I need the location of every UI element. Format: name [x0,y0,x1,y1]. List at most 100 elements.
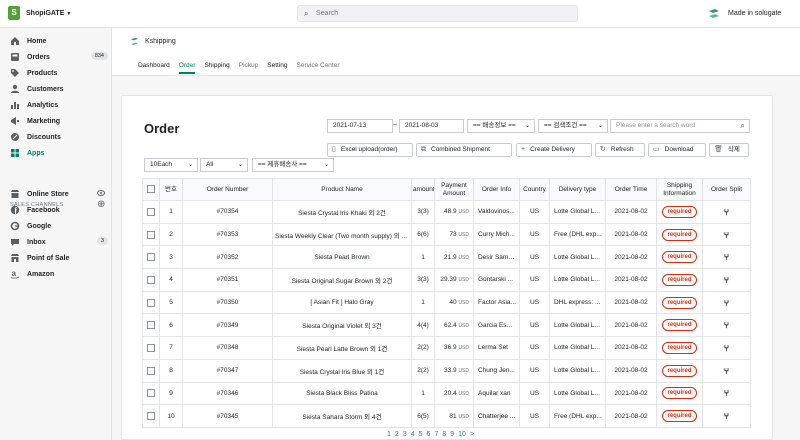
sidebar-item-analytics[interactable]: Analytics [0,98,112,112]
row-select-cell[interactable] [142,336,160,360]
table-row[interactable]: 8 #70347 Siesta Crystal Iris Blue 외 1건 2(2)… [142,358,751,383]
table-row[interactable]: 10 #70345 Siesta Sahara Storm 외 4건 6(5) 81 U… [142,404,751,428]
row-select-cell[interactable] [142,222,160,247]
row-checkbox[interactable] [147,366,155,375]
page-link[interactable]: 6 [427,431,431,438]
required-badge[interactable]: required [662,251,697,264]
date-to-field[interactable]: 2021-08-03 [399,119,464,133]
page-link[interactable]: 4 [411,431,415,438]
page-link[interactable]: 1 [387,431,391,438]
row-checkbox[interactable] [147,298,155,307]
sidebar-item-apps[interactable]: Apps [0,146,112,160]
row-select-cell[interactable] [142,268,160,292]
sidebar-item-marketing[interactable]: Marketing [0,114,112,128]
store-switcher[interactable]: S ShopiGATE ▾ [8,6,70,20]
required-badge[interactable]: required [662,296,697,309]
order-number[interactable]: #70350 [182,290,273,315]
row-checkbox[interactable] [147,412,155,421]
search-icon[interactable]: ⌕ [741,120,745,132]
required-badge[interactable]: required [662,364,697,377]
sidebar-item-orders[interactable]: Orders 834 [0,50,112,64]
sidebar-item-inbox[interactable]: Inbox 3 [0,235,112,249]
sidebar-item-home[interactable]: Home [0,34,112,48]
required-badge[interactable]: required [662,319,697,332]
order-search-input[interactable]: Please enter a search word ⌕ [610,119,750,133]
sidebar-item-discounts[interactable]: Discounts [0,130,112,144]
sidebar-item-online-store[interactable]: Online Store [0,187,112,201]
page-link[interactable]: 5 [419,431,423,438]
order-number[interactable]: #70347 [182,358,273,383]
sidebar-item-customers[interactable]: Customers [0,82,112,96]
split-icon[interactable]: ⑂ [724,320,729,330]
search-condition-select[interactable]: == 검색조건 == ⌄ [538,119,608,133]
order-number[interactable]: #70349 [182,313,273,338]
row-select-cell[interactable] [142,290,160,315]
row-select-cell[interactable] [142,404,160,428]
required-badge[interactable]: required [662,341,697,354]
table-row[interactable]: 7 #70348 Siesta Pearl Latte Brown 외 1건 2(2)… [142,336,751,360]
row-select-cell[interactable] [142,358,160,383]
row-checkbox[interactable] [147,230,155,239]
account-menu[interactable]: Made in solugate [708,8,781,19]
tab-shipping[interactable]: Shipping [204,62,229,74]
split-icon[interactable]: ⑂ [724,343,729,353]
split-icon[interactable]: ⑂ [724,275,729,285]
split-icon[interactable]: ⑂ [724,252,729,262]
row-select-cell[interactable] [142,381,160,406]
table-row[interactable]: 5 #70350[ Asian Fit ] Halo Gray 1 40 USD Fac… [142,290,751,315]
split-icon[interactable]: ⑂ [724,207,729,217]
sidebar-item-facebook[interactable]: Facebook [0,203,112,217]
download-button[interactable]: ▭ Download [648,143,706,157]
split-icon[interactable]: ⑂ [724,411,729,421]
page-link[interactable]: 3 [403,431,407,438]
row-checkbox[interactable] [147,389,155,398]
refresh-button[interactable]: ↻ Refresh [595,143,645,157]
row-select-cell[interactable] [142,200,160,224]
table-row[interactable]: 3 #70352 Siesta Pearl Brown 1 21.9 USD Desir … [142,245,751,270]
table-row[interactable]: 6 #70349 Siesta Original Violet 외 3건 4(4) 62… [142,313,751,338]
sidebar-item-amazon[interactable]: a Amazon [0,267,112,281]
tab-setting[interactable]: Setting [267,62,287,74]
table-row[interactable]: 1 #70354 Siesta Crystal Iris Khaki 외 2건 3(3… [142,200,751,224]
split-icon[interactable]: ⑂ [724,388,729,398]
row-checkbox[interactable] [147,207,155,216]
excel-upload-button[interactable]: ▯ Excel upload(order) [327,143,413,157]
order-number[interactable]: #70353 [182,222,273,247]
carrier-filter-select[interactable]: == 제휴배송사 == ⌄ [252,158,334,172]
sidebar-item-point-of-sale[interactable]: Point of Sale [0,251,112,265]
required-badge[interactable]: required [662,205,697,218]
tab-order[interactable]: Order [178,62,196,74]
select-all-header[interactable] [142,178,160,201]
combined-shipment-button[interactable]: ⧉ Combined Shipment [416,143,512,157]
tab-dashboard[interactable]: Dashboard [138,62,170,74]
sidebar-item-google[interactable]: Google [0,219,112,233]
page-size-select[interactable]: 10Each ⌄ [144,158,198,172]
table-row[interactable]: 2 #70353 Siesta Weekly Clear (Two month su… [142,222,751,247]
order-number[interactable]: #70348 [182,336,273,360]
split-icon[interactable]: ⑂ [724,230,729,240]
row-checkbox[interactable] [147,343,155,352]
row-checkbox[interactable] [147,321,155,330]
page-link[interactable]: 9 [450,431,454,438]
page-link[interactable]: 8 [442,431,446,438]
required-badge[interactable]: required [662,228,697,241]
tab-pickup[interactable]: Pickup [239,62,259,74]
shipping-info-select[interactable]: == 배송정보 == ⌄ [467,119,535,133]
next-page-link[interactable]: > [470,431,474,438]
order-number[interactable]: #70352 [182,245,273,270]
date-from-field[interactable]: 2021-07-13 [327,119,393,133]
status-filter-select[interactable]: All ⌄ [200,158,248,172]
required-badge[interactable]: required [662,410,697,423]
row-select-cell[interactable] [142,313,160,338]
tab-service-center[interactable]: Service Center [297,62,340,74]
required-badge[interactable]: required [662,387,697,400]
row-checkbox[interactable] [147,253,155,262]
delete-button[interactable]: 🗑 삭제 [709,143,749,157]
page-link[interactable]: 7 [434,431,438,438]
eye-icon[interactable] [97,190,105,196]
page-link[interactable]: 2 [395,431,399,438]
order-number[interactable]: #70345 [182,404,273,428]
split-icon[interactable]: ⑂ [724,366,729,376]
table-row[interactable]: 9 #70346 Siesta Black Bliss Patina 1 20.4 US… [142,381,751,406]
order-number[interactable]: #70351 [182,268,273,292]
